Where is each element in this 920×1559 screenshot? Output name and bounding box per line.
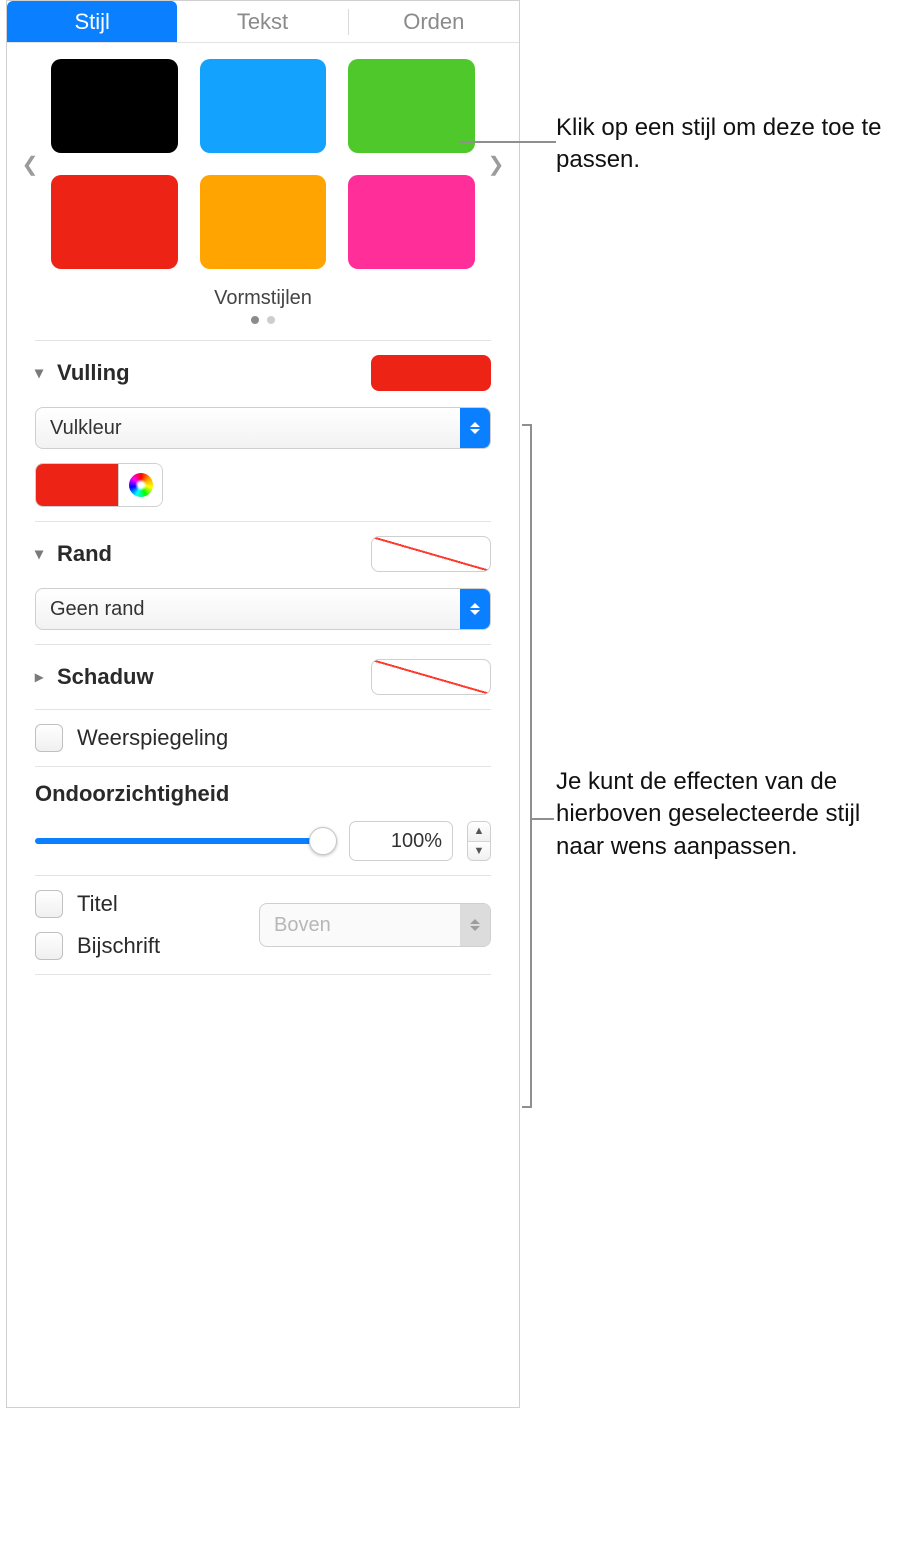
slider-thumb[interactable] (309, 827, 337, 855)
chevron-right-icon[interactable]: ▸ (35, 667, 49, 687)
tab-arrange[interactable]: Orden (349, 1, 519, 42)
chevron-left-icon: ❮ (22, 152, 39, 177)
callout-text: Je kunt de effecten van de hierboven ges… (556, 766, 906, 863)
shape-style-swatch[interactable] (200, 59, 327, 153)
opacity-label: Ondoorzichtigheid (35, 781, 491, 807)
tab-text[interactable]: Tekst (177, 1, 347, 42)
page-dot-icon[interactable] (267, 316, 275, 324)
callout-text: Klik op een stijl om deze toe te passen. (556, 112, 896, 177)
shape-style-swatch[interactable] (348, 59, 475, 153)
shape-style-grid (41, 59, 485, 269)
tab-style[interactable]: Stijl (7, 1, 177, 42)
opacity-section: Ondoorzichtigheid 100% ▲ ▼ (7, 767, 519, 875)
shape-styles-caption: Vormstijlen (19, 287, 507, 310)
reflection-label: Weerspiegeling (77, 725, 228, 751)
stepper-down-icon[interactable]: ▼ (468, 842, 490, 861)
shape-style-swatch[interactable] (200, 175, 327, 269)
chevron-right-icon: ❯ (488, 152, 505, 177)
select-arrows-icon (460, 904, 490, 946)
fill-preview-well[interactable] (371, 355, 491, 391)
reflection-checkbox[interactable] (35, 724, 63, 752)
select-arrows-icon (460, 408, 490, 448)
border-type-select[interactable]: Geen rand (35, 588, 491, 630)
shape-styles-section: ❮ ❯ Vormstijlen (7, 43, 519, 340)
title-checkbox[interactable] (35, 890, 63, 918)
border-preview-well[interactable] (371, 536, 491, 572)
callout-leader-line (460, 141, 556, 143)
border-label: Rand (57, 541, 112, 567)
opacity-value-field[interactable]: 100% (349, 821, 453, 861)
opacity-stepper[interactable]: ▲ ▼ (467, 821, 491, 861)
slider-track (35, 838, 335, 844)
callout-leader-line (532, 818, 554, 820)
fill-type-value: Vulkleur (50, 417, 122, 440)
caption-checkbox[interactable] (35, 932, 63, 960)
border-section: ▾ Rand Geen rand (7, 522, 519, 644)
format-inspector-panel: Stijl Tekst Orden ❮ ❯ Vormstijlen (6, 0, 520, 1408)
shadow-label: Schaduw (57, 664, 154, 690)
opacity-slider[interactable] (35, 826, 335, 856)
reflection-section: Weerspiegeling (7, 710, 519, 766)
divider (35, 974, 491, 975)
title-position-select[interactable]: Boven (259, 903, 491, 947)
color-picker-button[interactable] (118, 464, 162, 506)
styles-page-indicator (19, 316, 507, 324)
caption-label: Bijschrift (77, 933, 160, 959)
shape-style-swatch[interactable] (51, 175, 178, 269)
title-caption-section: Titel Bijschrift Boven (7, 876, 519, 974)
styles-next-button[interactable]: ❯ (485, 146, 507, 183)
shadow-preview-well[interactable] (371, 659, 491, 695)
callout-bracket (530, 424, 532, 1108)
fill-section: ▾ Vulling Vulkleur (7, 341, 519, 521)
styles-prev-button[interactable]: ❮ (19, 146, 41, 183)
shadow-section: ▸ Schaduw (7, 645, 519, 709)
color-wheel-icon (129, 473, 153, 497)
fill-type-select[interactable]: Vulkleur (35, 407, 491, 449)
fill-color-swatch[interactable] (36, 464, 118, 506)
shape-style-swatch[interactable] (51, 59, 178, 153)
stepper-up-icon[interactable]: ▲ (468, 822, 490, 842)
chevron-down-icon[interactable]: ▾ (35, 363, 49, 383)
border-type-value: Geen rand (50, 598, 145, 621)
select-arrows-icon (460, 589, 490, 629)
title-position-value: Boven (274, 914, 331, 937)
title-label: Titel (77, 891, 118, 917)
chevron-down-icon[interactable]: ▾ (35, 544, 49, 564)
shape-style-swatch[interactable] (348, 175, 475, 269)
fill-color-well[interactable] (35, 463, 163, 507)
inspector-tabs: Stijl Tekst Orden (7, 1, 519, 43)
fill-label: Vulling (57, 360, 130, 386)
page-dot-icon[interactable] (251, 316, 259, 324)
